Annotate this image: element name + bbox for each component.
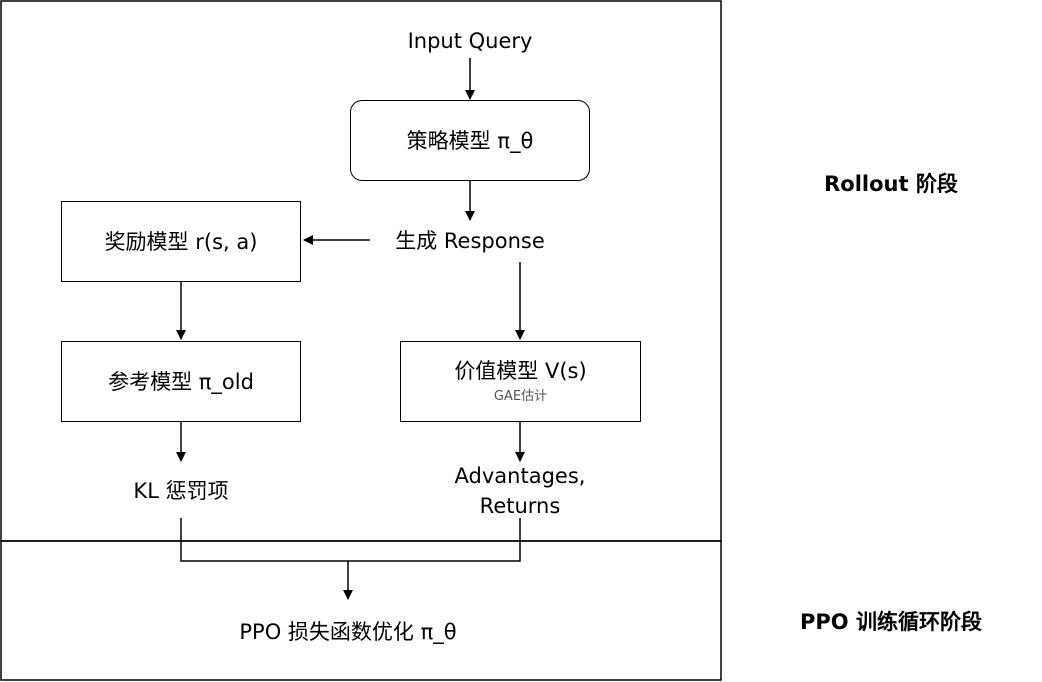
- rollout-stage-label: Rollout 阶段: [824, 172, 958, 196]
- ppo-optimize-label: PPO 损失函数优化 π_θ: [239, 620, 457, 644]
- reward-model-label: 奖励模型 r(s, a): [104, 229, 258, 254]
- value-model-label: 价值模型 V(s): [454, 358, 587, 383]
- generate-response-label: 生成 Response: [395, 229, 545, 253]
- value-model-sublabel: GAE估计: [493, 388, 548, 404]
- ppo-stage-frame: [0, 540, 722, 681]
- policy-model-box: 策略模型 π_θ: [350, 100, 590, 181]
- ppo-stage-label: PPO 训练循环阶段: [800, 610, 982, 634]
- advantages-label-line1: Advantages,: [454, 464, 586, 488]
- reference-model-box: 参考模型 π_old: [61, 341, 301, 422]
- advantages-label-line2: Returns: [479, 494, 561, 518]
- policy-model-label: 策略模型 π_θ: [406, 128, 534, 153]
- input-query-label: Input Query: [407, 29, 533, 53]
- connector-kl-merge: [180, 518, 521, 562]
- value-model-box: 价值模型 V(s) GAE估计: [400, 341, 641, 422]
- reward-model-box: 奖励模型 r(s, a): [61, 201, 301, 282]
- reference-model-label: 参考模型 π_old: [108, 369, 254, 394]
- kl-penalty-label: KL 惩罚项: [133, 479, 229, 503]
